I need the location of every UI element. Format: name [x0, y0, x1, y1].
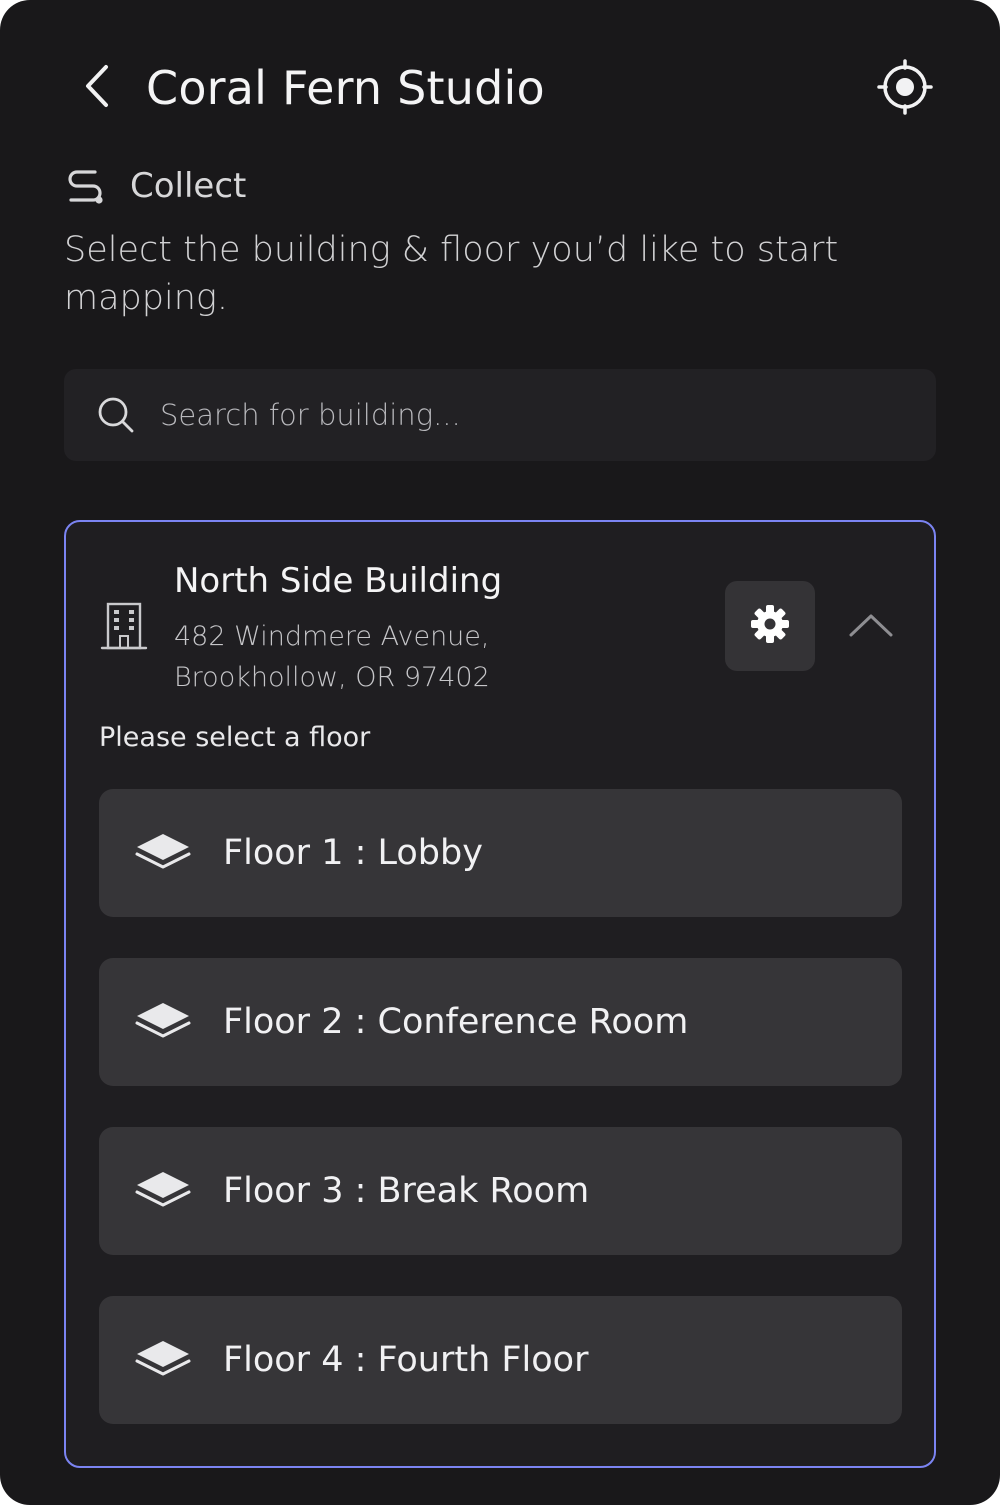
floor-prompt: Please select a floor [99, 722, 371, 753]
mode-label: Collect [130, 166, 247, 206]
floor-label: Floor 3 : Break Room [223, 1171, 590, 1211]
address-line-2: Brookhollow, OR 97402 [174, 662, 490, 693]
floor-label: Floor 4 : Fourth Floor [223, 1340, 589, 1380]
layers-icon [133, 829, 193, 877]
route-path-icon [64, 164, 108, 208]
layers-icon [133, 1167, 193, 1215]
search-bar[interactable] [64, 369, 936, 461]
floor-label: Floor 1 : Lobby [223, 833, 483, 873]
chevron-left-icon [82, 63, 112, 113]
floor-list: Floor 1 : Lobby Floor 2 : Conference Roo… [99, 789, 902, 1465]
gear-icon [750, 604, 790, 648]
mode-indicator: Collect [64, 160, 246, 212]
building-address: 482 Windmere Avenue, Brookhollow, OR 974… [174, 616, 594, 698]
app-screen: Coral Fern Studio Collect Select the bui… [0, 0, 1000, 1505]
floor-item-3[interactable]: Floor 3 : Break Room [99, 1127, 902, 1255]
floor-label: Floor 2 : Conference Room [223, 1002, 689, 1042]
search-input[interactable] [158, 384, 936, 446]
back-button[interactable] [72, 60, 122, 116]
collapse-button[interactable] [842, 602, 900, 652]
layers-icon [133, 1336, 193, 1384]
building-settings-button[interactable] [725, 581, 815, 671]
instruction-text: Select the building & floor you’d like t… [64, 230, 839, 318]
building-name: North Side Building [174, 561, 503, 601]
building-card: North Side Building 482 Windmere Avenue,… [64, 520, 936, 1468]
building-icon [100, 600, 150, 652]
locate-button[interactable] [872, 56, 938, 122]
page-title: Coral Fern Studio [146, 61, 545, 115]
chevron-up-icon [848, 612, 894, 642]
address-line-1: 482 Windmere Avenue, [174, 621, 490, 652]
floor-item-1[interactable]: Floor 1 : Lobby [99, 789, 902, 917]
crosshair-target-icon [877, 59, 933, 119]
floor-item-4[interactable]: Floor 4 : Fourth Floor [99, 1296, 902, 1424]
floor-item-2[interactable]: Floor 2 : Conference Room [99, 958, 902, 1086]
layers-icon [133, 998, 193, 1046]
search-icon [96, 395, 136, 435]
